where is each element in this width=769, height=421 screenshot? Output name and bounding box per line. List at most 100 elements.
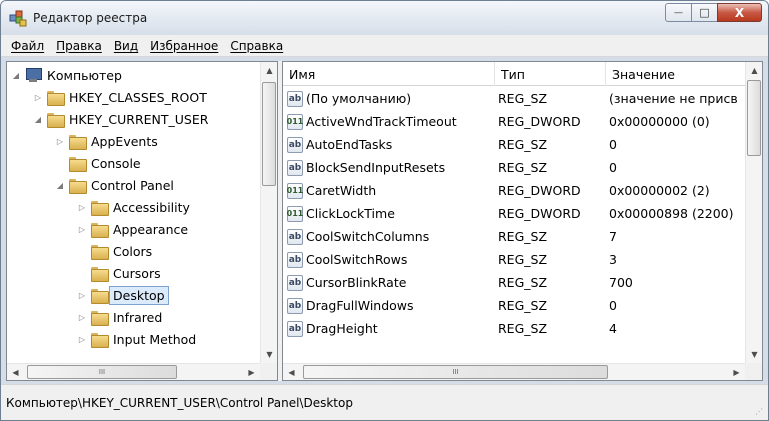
value-data: 0 — [609, 298, 617, 313]
menu-help[interactable]: Справка — [224, 39, 289, 53]
value-type: REG_SZ — [498, 229, 548, 244]
menu-view[interactable]: Вид — [108, 39, 144, 53]
scroll-left-arrow-icon[interactable]: ◀ — [7, 364, 24, 380]
tree-horizontal-scrollbar[interactable]: ◀ III ▶ — [7, 363, 260, 380]
tree-item-label: Infrared — [113, 309, 163, 325]
tree-item-computer[interactable]: ◢ Компьютер — [11, 64, 122, 86]
scrollbar-corner — [260, 363, 277, 380]
value-name: ClickLockTime — [306, 206, 395, 221]
resize-grip-icon[interactable]: ⋰ — [755, 407, 765, 417]
column-header-data[interactable]: Значение — [606, 62, 746, 86]
close-button[interactable]: X — [717, 3, 762, 22]
value-row[interactable]: 011 CaretWidth REG_DWORD 0x00000002 (2) — [283, 179, 746, 202]
minimize-button[interactable]: — — [665, 3, 692, 22]
expanded-arrow-icon[interactable]: ◢ — [55, 181, 65, 190]
collapsed-arrow-icon[interactable]: ▷ — [77, 313, 87, 322]
scroll-right-arrow-icon[interactable]: ▶ — [728, 364, 745, 380]
folder-icon — [91, 266, 109, 282]
collapsed-arrow-icon[interactable]: ▷ — [77, 203, 87, 212]
scrollbar-corner — [745, 363, 762, 380]
collapsed-arrow-icon[interactable]: ▷ — [77, 291, 87, 300]
tree-item-label: Appearance — [113, 221, 189, 237]
list-vertical-scrollbar[interactable]: ▲ ▼ — [745, 62, 762, 363]
string-value-icon: ab — [287, 159, 303, 176]
scroll-down-arrow-icon[interactable]: ▼ — [746, 346, 762, 363]
tree-item-label: HKEY_CLASSES_ROOT — [69, 89, 207, 105]
tree-vertical-scrollbar[interactable]: ▲ ▼ — [260, 62, 277, 363]
list-horizontal-scrollbar[interactable]: ◀ III ▶ — [283, 363, 745, 380]
menu-file[interactable]: Файл — [5, 39, 50, 53]
column-header-name[interactable]: Имя — [283, 62, 495, 86]
registry-editor-icon — [9, 10, 27, 27]
value-row[interactable]: ab AutoEndTasks REG_SZ 0 — [283, 133, 746, 156]
collapsed-arrow-icon[interactable]: ▷ — [77, 225, 87, 234]
string-value-icon: ab — [287, 228, 303, 245]
list-header: Имя Тип Значение — [283, 62, 746, 86]
tree-item-label: AppEvents — [91, 133, 158, 149]
value-data: 7 — [609, 229, 617, 244]
column-header-type[interactable]: Тип — [495, 62, 606, 86]
value-row[interactable]: 011 ActiveWndTrackTimeout REG_DWORD 0x000… — [283, 110, 746, 133]
value-type: REG_SZ — [498, 252, 548, 267]
value-row[interactable]: ab BlockSendInputResets REG_SZ 0 — [283, 156, 746, 179]
tree-item-accessibility[interactable]: ▷ Accessibility — [77, 196, 190, 218]
tree-item-cursors[interactable]: Cursors — [77, 262, 161, 284]
scroll-down-arrow-icon[interactable]: ▼ — [261, 346, 277, 363]
menu-favorites[interactable]: Избранное — [144, 39, 224, 53]
folder-icon — [91, 244, 109, 260]
binary-value-icon: 011 — [287, 205, 303, 222]
value-data: 0x00000002 (2) — [609, 183, 710, 198]
folder-icon — [69, 134, 87, 150]
value-row[interactable]: ab CoolSwitchColumns REG_SZ 7 — [283, 225, 746, 248]
tree-item-infrared[interactable]: ▷ Infrared — [77, 306, 162, 328]
value-row[interactable]: ab (По умолчанию) REG_SZ (значение не при… — [283, 87, 746, 110]
value-name: CaretWidth — [306, 183, 377, 198]
tree-item-input-method[interactable]: ▷ Input Method — [77, 328, 196, 350]
scroll-up-arrow-icon[interactable]: ▲ — [746, 62, 762, 79]
window-title: Редактор реестра — [33, 11, 148, 25]
value-row[interactable]: ab DragHeight REG_SZ 4 — [283, 317, 746, 340]
tree-item-colors[interactable]: Colors — [77, 240, 152, 262]
scroll-thumb[interactable] — [747, 80, 761, 156]
value-type: REG_DWORD — [498, 206, 581, 221]
tree-item-control-panel[interactable]: ◢ Control Panel — [55, 174, 174, 196]
scroll-thumb[interactable]: III — [303, 365, 608, 379]
tree-item-appearance[interactable]: ▷ Appearance — [77, 218, 188, 240]
scroll-thumb[interactable] — [262, 82, 276, 186]
expanded-arrow-icon[interactable]: ◢ — [11, 71, 21, 80]
value-data: (значение не присв — [609, 91, 738, 106]
value-row[interactable]: ab CoolSwitchRows REG_SZ 3 — [283, 248, 746, 271]
value-type: REG_DWORD — [498, 183, 581, 198]
status-path: Компьютер\HKEY_CURRENT_USER\Control Pane… — [6, 395, 353, 410]
binary-value-icon: 011 — [287, 182, 303, 199]
scroll-up-arrow-icon[interactable]: ▲ — [261, 62, 277, 79]
menu-edit[interactable]: Правка — [50, 39, 108, 53]
collapsed-arrow-icon[interactable]: ▷ — [77, 335, 87, 344]
tree-item-console[interactable]: Console — [55, 152, 141, 174]
binary-value-icon: 011 — [287, 113, 303, 130]
maximize-button[interactable]: □ — [691, 3, 718, 22]
collapsed-arrow-icon[interactable]: ▷ — [33, 93, 43, 102]
value-name: AutoEndTasks — [306, 137, 393, 152]
value-row[interactable]: 011 ClickLockTime REG_DWORD 0x00000898 (2… — [283, 202, 746, 225]
title-bar[interactable]: Редактор реестра — □ X — [1, 1, 768, 35]
collapsed-arrow-icon[interactable]: ▷ — [55, 137, 65, 146]
scroll-thumb[interactable]: III — [27, 365, 177, 379]
tree-item-desktop[interactable]: ▷ Desktop — [77, 284, 169, 306]
value-data: 700 — [609, 275, 633, 290]
close-icon: X — [734, 5, 745, 20]
scroll-left-arrow-icon[interactable]: ◀ — [283, 364, 300, 380]
key-tree-pane[interactable]: ◢ Компьютер ▷ HKEY_CLASSES_ROOT ◢ HKEY_C… — [6, 61, 278, 381]
folder-icon — [47, 90, 65, 106]
tree-item-appevents[interactable]: ▷ AppEvents — [55, 130, 158, 152]
value-row[interactable]: ab CursorBlinkRate REG_SZ 700 — [283, 271, 746, 294]
scroll-right-arrow-icon[interactable]: ▶ — [243, 364, 260, 380]
tree-item-hkey-classes-root[interactable]: ▷ HKEY_CLASSES_ROOT — [33, 86, 207, 108]
value-row[interactable]: ab DragFullWindows REG_SZ 0 — [283, 294, 746, 317]
tree-item-hkey-current-user[interactable]: ◢ HKEY_CURRENT_USER — [33, 108, 208, 130]
folder-icon — [47, 112, 65, 128]
value-type: REG_SZ — [498, 137, 548, 152]
expanded-arrow-icon[interactable]: ◢ — [33, 115, 43, 124]
values-list-pane[interactable]: Имя Тип Значение ab (По умолчанию) REG_SZ… — [282, 61, 763, 381]
value-type: REG_SZ — [498, 91, 548, 106]
